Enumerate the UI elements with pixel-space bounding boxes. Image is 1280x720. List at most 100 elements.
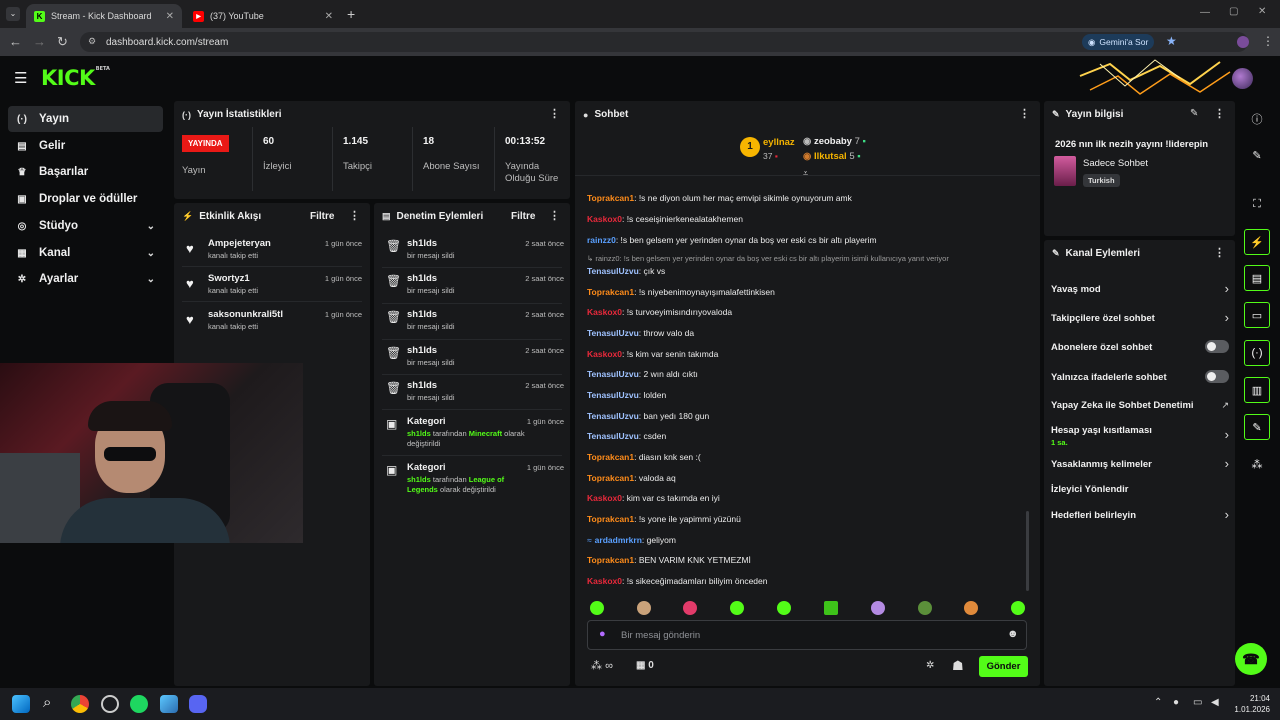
- chat-username[interactable]: Toprakcan1: [587, 287, 634, 297]
- emote-icon[interactable]: [871, 601, 885, 615]
- slow-mode-row[interactable]: Yavaş mod ›: [1051, 281, 1229, 296]
- forward-icon[interactable]: →: [33, 34, 46, 49]
- moderator-name[interactable]: sh1lds: [407, 273, 437, 284]
- chat-username[interactable]: ardadmrkrn: [595, 535, 642, 545]
- tray-chevron-icon[interactable]: ⌃: [1154, 697, 1162, 708]
- chat-username[interactable]: TenasulUzvu: [587, 369, 639, 379]
- expand-leaderboard-icon[interactable]: ⩡: [803, 168, 808, 179]
- chat-username[interactable]: Toprakcan1: [587, 452, 634, 462]
- moderator-name[interactable]: sh1lds: [407, 380, 437, 391]
- reload-icon[interactable]: ↻: [57, 34, 68, 50]
- clipboard-icon[interactable]: ▤: [1244, 265, 1270, 291]
- chat-scrollbar[interactable]: [1026, 511, 1029, 591]
- steam-icon[interactable]: [101, 695, 119, 713]
- site-info-icon[interactable]: ⚙: [88, 36, 96, 47]
- leaderboard-second[interactable]: ◉ zeobaby 7 ▪: [803, 136, 866, 147]
- chat-username[interactable]: Kaskox0: [587, 349, 622, 359]
- volume-icon[interactable]: ◀: [1211, 697, 1219, 708]
- leaderboard-third[interactable]: ◉ Ilkutsal 5 ▪: [803, 151, 861, 162]
- emoji-icon[interactable]: ☻: [1007, 628, 1019, 640]
- follower-name[interactable]: Swortyz1: [208, 273, 250, 284]
- banned-words-row[interactable]: Yasaklanmış kelimeler ›: [1051, 456, 1229, 471]
- follower-name[interactable]: Ampejeteryan: [208, 238, 271, 249]
- kick-logo[interactable]: KICKBETA: [41, 66, 110, 90]
- back-icon[interactable]: ←: [9, 34, 22, 49]
- clock[interactable]: 21:04 1.01.2026: [1230, 693, 1270, 715]
- moderator-name[interactable]: sh1lds: [407, 238, 437, 249]
- search-icon[interactable]: ⌕: [43, 694, 51, 711]
- emote-icon[interactable]: [824, 601, 838, 615]
- microphone-icon[interactable]: ●: [1173, 697, 1179, 708]
- user-avatar[interactable]: [1232, 68, 1253, 89]
- moderator-name[interactable]: sh1lds: [407, 309, 437, 320]
- chat-username[interactable]: TenasulUzvu: [587, 266, 639, 276]
- chat-username[interactable]: Kaskox0: [587, 493, 622, 503]
- expand-icon[interactable]: ⛶: [1244, 191, 1270, 217]
- wrench-icon[interactable]: ✎: [1244, 414, 1270, 440]
- more-options-icon[interactable]: ⋮: [1019, 107, 1030, 120]
- layout-icon[interactable]: ▥: [1244, 377, 1270, 403]
- chat-username[interactable]: TenasulUzvu: [587, 328, 639, 338]
- account-age-row[interactable]: Hesap yaşı kısıtlaması 1 sa. ›: [1051, 425, 1229, 447]
- edit-icon[interactable]: ✎: [1190, 108, 1198, 119]
- host-viewer-row[interactable]: İzleyici Yönlendir: [1051, 484, 1229, 495]
- tab-search-icon[interactable]: ⌄: [6, 7, 20, 21]
- subscribers-only-toggle[interactable]: [1205, 340, 1229, 353]
- edit-icon[interactable]: ✎: [1244, 142, 1270, 168]
- chat-username[interactable]: Kaskox0: [587, 576, 622, 586]
- close-window-icon[interactable]: ✕: [1258, 6, 1266, 17]
- vault-button[interactable]: ▦ 0: [636, 660, 654, 671]
- filter-button[interactable]: Filtre: [310, 211, 334, 222]
- emote-icon[interactable]: [590, 601, 604, 615]
- url-field[interactable]: ⚙ dashboard.kick.com/stream ◉ Gemini'a So…: [80, 32, 1248, 52]
- emote-icon[interactable]: [964, 601, 978, 615]
- close-icon[interactable]: ✕: [166, 11, 174, 22]
- windows-start-icon[interactable]: [12, 695, 30, 713]
- emote-icon[interactable]: [637, 601, 651, 615]
- emote-icon[interactable]: [683, 601, 697, 615]
- set-goals-row[interactable]: Hedefleri belirleyin ›: [1051, 507, 1229, 522]
- chat-username[interactable]: Toprakcan1: [587, 555, 634, 565]
- emote-icon[interactable]: [1011, 601, 1025, 615]
- chrome-icon[interactable]: [71, 695, 89, 713]
- sidebar-item-revenue[interactable]: ▤ Gelir: [8, 133, 163, 159]
- sidebar-item-studio[interactable]: ◎ Stüdyo ⌄: [8, 213, 163, 239]
- chat-username[interactable]: TenasulUzvu: [587, 390, 639, 400]
- more-options-icon[interactable]: ⋮: [1214, 107, 1225, 120]
- send-button[interactable]: Gönder: [979, 656, 1028, 677]
- ai-moderation-row[interactable]: Yapay Zeka ile Sohbet Denetimi ↗: [1051, 400, 1229, 411]
- chat-username[interactable]: TenasulUzvu: [587, 431, 639, 441]
- chat-username[interactable]: Kaskox0: [587, 214, 622, 224]
- moderator-name[interactable]: sh1lds: [407, 345, 437, 356]
- chat-input[interactable]: ● Bir mesaj gönderin ☻: [587, 620, 1027, 650]
- hamburger-menu-icon[interactable]: ☰: [14, 69, 27, 87]
- followers-only-row[interactable]: Takipçilere özel sohbet ›: [1051, 310, 1229, 325]
- minimize-icon[interactable]: —: [1200, 7, 1210, 18]
- emotes-only-toggle[interactable]: [1205, 370, 1229, 383]
- moderator-name[interactable]: sh1lds: [407, 429, 431, 438]
- chat-username[interactable]: rainzz0: [587, 235, 616, 245]
- more-options-icon[interactable]: ⋮: [549, 209, 560, 222]
- new-tab-icon[interactable]: +: [347, 6, 355, 22]
- sidebar-item-settings[interactable]: ✲ Ayarlar ⌄: [8, 266, 163, 292]
- bolt-icon[interactable]: ⚡: [1244, 229, 1270, 255]
- moderator-name[interactable]: sh1lds: [407, 475, 431, 484]
- tab-kick-dashboard[interactable]: K Stream - Kick Dashboard ✕: [26, 4, 182, 28]
- chat-username[interactable]: Kaskox0: [587, 307, 622, 317]
- category-name[interactable]: Sadece Sohbet: [1083, 158, 1148, 169]
- close-icon[interactable]: ✕: [325, 11, 333, 22]
- network-icon[interactable]: ▭: [1193, 697, 1202, 708]
- chat-username[interactable]: TenasulUzvu: [587, 411, 639, 421]
- channel-points-button[interactable]: ⁂ ∞: [591, 659, 613, 672]
- maximize-icon[interactable]: ▢: [1229, 6, 1238, 17]
- follower-name[interactable]: saksonunkrali5tl: [208, 309, 283, 320]
- add-widget-icon[interactable]: ⁂: [1244, 451, 1270, 477]
- sidebar-item-achievements[interactable]: ♛ Başarılar: [8, 159, 163, 185]
- chat-bubble-icon[interactable]: ▭: [1244, 302, 1270, 328]
- emote-icon[interactable]: [777, 601, 791, 615]
- spotify-icon[interactable]: [130, 695, 148, 713]
- category-name[interactable]: Minecraft: [469, 429, 502, 438]
- tab-youtube[interactable]: ▶ (37) YouTube ✕: [185, 4, 341, 28]
- chat-settings-icon[interactable]: ✲: [926, 660, 934, 671]
- filter-button[interactable]: Filtre: [511, 211, 535, 222]
